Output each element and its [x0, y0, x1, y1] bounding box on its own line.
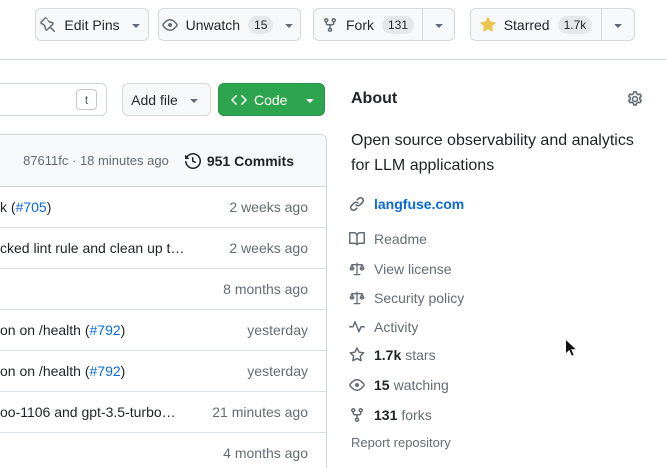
- table-row[interactable]: k (#705) 2 weeks ago: [0, 187, 326, 228]
- go-to-file-input[interactable]: t: [0, 83, 107, 116]
- stars-label: stars: [405, 347, 435, 363]
- forks-count: 131: [374, 407, 397, 423]
- about-heading: About: [351, 90, 397, 108]
- star-fill-icon: [480, 17, 496, 33]
- code-label: Code: [254, 92, 287, 108]
- website-link[interactable]: langfuse.com: [374, 196, 464, 212]
- issue-link[interactable]: #792: [90, 322, 121, 338]
- unwatch-label: Unwatch: [186, 17, 240, 33]
- view-license-link[interactable]: View license: [349, 260, 452, 278]
- security-policy-link[interactable]: Security policy: [349, 289, 464, 307]
- forks-count-badge: 131: [382, 16, 414, 34]
- code-icon: [231, 92, 247, 108]
- watching-count: 15: [374, 377, 390, 393]
- chevron-down-icon: [281, 17, 297, 33]
- forks-stat-link[interactable]: 131forks: [349, 406, 432, 424]
- shortcut-key-hint: t: [76, 89, 97, 110]
- eye-icon: [349, 377, 365, 393]
- mouse-cursor: [564, 338, 579, 365]
- file-table: 87611fc · 18 minutes ago 951 Commits k (…: [0, 134, 327, 468]
- commit-age: 8 months ago: [223, 281, 308, 297]
- add-file-button[interactable]: Add file: [122, 83, 211, 116]
- link-icon: [349, 196, 365, 212]
- report-repository-link[interactable]: Report repository: [351, 435, 451, 450]
- pin-icon: [40, 17, 56, 33]
- repo-description: Open source observability and analytics …: [351, 128, 653, 178]
- readme-label: Readme: [374, 231, 427, 247]
- code-button[interactable]: Code: [218, 83, 325, 116]
- unwatch-button[interactable]: Unwatch 15: [158, 8, 301, 41]
- commits-count: 951 Commits: [207, 153, 294, 169]
- forks-label: forks: [401, 407, 431, 423]
- commit-age: yesterday: [247, 363, 308, 379]
- starred-button[interactable]: Starred 1.7k: [470, 8, 602, 41]
- issue-link[interactable]: #792: [90, 363, 121, 379]
- table-row[interactable]: cked lint rule and clean up t… 2 weeks a…: [0, 228, 326, 269]
- eye-icon: [162, 17, 178, 33]
- latest-commit-bar: 87611fc · 18 minutes ago 951 Commits: [0, 135, 326, 187]
- issue-link[interactable]: #705: [16, 199, 47, 215]
- watching-label: watching: [394, 377, 449, 393]
- add-file-label: Add file: [131, 92, 178, 108]
- star-dropdown-button[interactable]: [601, 8, 635, 41]
- commit-age: 4 months ago: [223, 445, 308, 461]
- fork-dropdown-button[interactable]: [422, 8, 455, 41]
- view-license-label: View license: [374, 261, 452, 277]
- commit-message[interactable]: on on /health (#792): [0, 322, 125, 338]
- star-icon: [349, 347, 365, 363]
- website-link-row[interactable]: langfuse.com: [349, 195, 464, 213]
- latest-commit-sha-time[interactable]: 87611fc · 18 minutes ago: [23, 153, 169, 168]
- commit-age: yesterday: [247, 322, 308, 338]
- watchers-count-badge: 15: [248, 16, 273, 34]
- chevron-down-icon: [610, 17, 626, 33]
- activity-label: Activity: [374, 319, 418, 335]
- security-policy-label: Security policy: [374, 290, 464, 306]
- watching-stat-link[interactable]: 15watching: [349, 376, 449, 394]
- table-row[interactable]: 8 months ago: [0, 269, 326, 310]
- divider: [0, 59, 666, 60]
- law-icon: [349, 261, 365, 277]
- github-repo-page: Edit Pins Unwatch 15 Fork 131 Starred 1.…: [0, 0, 666, 468]
- repo-forked-icon: [322, 17, 338, 33]
- readme-link[interactable]: Readme: [349, 230, 427, 248]
- stars-count: 1.7k: [374, 347, 401, 363]
- gear-icon[interactable]: [626, 90, 644, 108]
- law-icon: [349, 290, 365, 306]
- commit-message[interactable]: cked lint rule and clean up t…: [0, 240, 184, 256]
- table-row[interactable]: oo-1106 and gpt-3.5-turbo… 21 minutes ag…: [0, 392, 326, 433]
- commit-age: 21 minutes ago: [212, 404, 308, 420]
- chevron-down-icon: [128, 17, 144, 33]
- repo-forked-icon: [349, 407, 365, 423]
- activity-link[interactable]: Activity: [349, 318, 418, 336]
- stars-stat-link[interactable]: 1.7kstars: [349, 346, 436, 364]
- edit-pins-button[interactable]: Edit Pins: [35, 8, 149, 41]
- commit-age: 2 weeks ago: [229, 240, 308, 256]
- stars-count-badge: 1.7k: [558, 16, 593, 34]
- fork-label: Fork: [346, 17, 374, 33]
- commit-message[interactable]: oo-1106 and gpt-3.5-turbo…: [0, 404, 176, 420]
- starred-label: Starred: [504, 17, 550, 33]
- commit-history-link[interactable]: 951 Commits: [185, 153, 294, 169]
- edit-pins-label: Edit Pins: [64, 17, 119, 33]
- table-row[interactable]: on on /health (#792) yesterday: [0, 351, 326, 392]
- fork-button[interactable]: Fork 131: [313, 8, 423, 41]
- chevron-down-icon: [302, 92, 318, 108]
- book-icon: [349, 231, 365, 247]
- table-row[interactable]: 4 months ago: [0, 433, 326, 468]
- commit-message[interactable]: k (#705): [0, 199, 51, 215]
- history-icon: [185, 153, 201, 169]
- commit-age: 2 weeks ago: [229, 199, 308, 215]
- table-row[interactable]: on on /health (#792) yesterday: [0, 310, 326, 351]
- chevron-down-icon: [431, 17, 447, 33]
- commit-message[interactable]: on on /health (#792): [0, 363, 125, 379]
- pulse-icon: [349, 319, 365, 335]
- chevron-down-icon: [186, 92, 202, 108]
